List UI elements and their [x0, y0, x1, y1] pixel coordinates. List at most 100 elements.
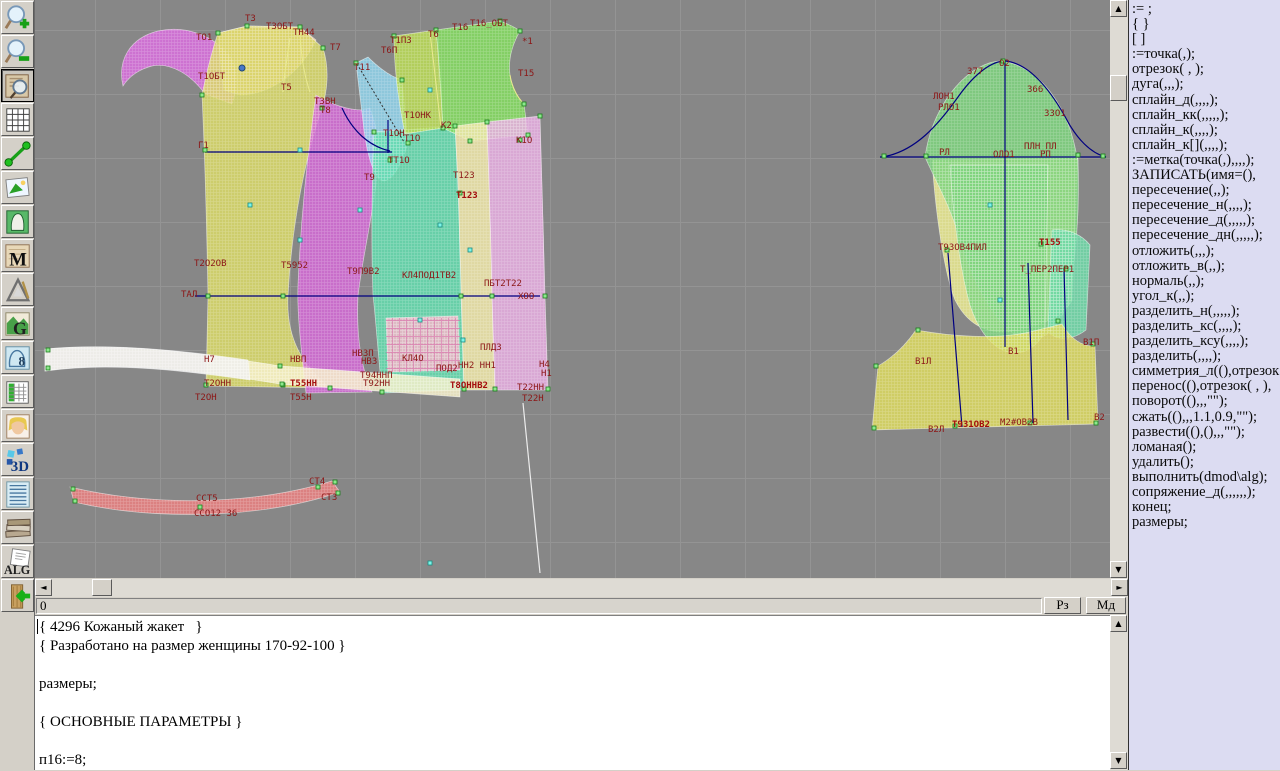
- command-item[interactable]: размеры;: [1132, 515, 1280, 530]
- point-marker: [468, 248, 472, 252]
- grid-icon: [4, 106, 32, 134]
- command-item[interactable]: удалить();: [1132, 455, 1280, 470]
- command-item[interactable]: сплайн_д(,,,,);: [1132, 93, 1280, 108]
- command-item[interactable]: сплайн_к[](,,,,);: [1132, 138, 1280, 153]
- toolbar-grading-button[interactable]: 8: [1, 341, 34, 374]
- point-marker: [1056, 319, 1060, 323]
- command-item[interactable]: сплайн_кк(,,,,,);: [1132, 108, 1280, 123]
- command-item[interactable]: ЗАПИСАТЬ(имя=(),: [1132, 168, 1280, 183]
- command-item[interactable]: отложить(,,,);: [1132, 244, 1280, 259]
- command-item[interactable]: :=точка(,);: [1132, 47, 1280, 62]
- toolbar-segment-button[interactable]: [1, 137, 34, 170]
- toolbar-size-table-button[interactable]: [1, 375, 34, 408]
- command-item[interactable]: { }: [1132, 17, 1280, 32]
- command-item[interactable]: разделить_ксу(,,,,);: [1132, 334, 1280, 349]
- point-label: ТО1: [196, 33, 212, 43]
- graphics-icon: G: [4, 310, 32, 338]
- command-item[interactable]: отложить_в(,,);: [1132, 259, 1280, 274]
- command-item[interactable]: :=метка(точка(,),,,,);: [1132, 153, 1280, 168]
- scroll-down-icon[interactable]: ▼: [1110, 561, 1127, 578]
- point-label: НВ3: [361, 357, 377, 367]
- toolbar-exit-button[interactable]: [1, 579, 34, 612]
- toolbar-algorithm-button[interactable]: ALG: [1, 545, 34, 578]
- point-marker: [538, 114, 542, 118]
- point-label: Т92НН: [363, 379, 390, 389]
- point-label: 377: [967, 67, 983, 77]
- point-marker: [459, 294, 463, 298]
- point-label: ПОД2: [436, 364, 458, 374]
- toolbar-grid-button[interactable]: [1, 103, 34, 136]
- command-item[interactable]: := ;: [1132, 2, 1280, 17]
- algorithm-editor[interactable]: { 4296 Кожаный жакет }{ Разработано на р…: [35, 615, 1110, 770]
- vertical-scroll-thumb[interactable]: [1110, 75, 1127, 101]
- toolbar-zoom-out-button[interactable]: [1, 35, 34, 68]
- point-label: Т1О: [404, 134, 420, 144]
- point-marker: [248, 203, 252, 207]
- command-item[interactable]: симметрия_л((),отрезок: [1132, 364, 1280, 379]
- canvas-horizontal-scrollbar[interactable]: ◄ ►: [35, 579, 1128, 597]
- command-item[interactable]: конец;: [1132, 500, 1280, 515]
- scroll-left-icon[interactable]: ◄: [35, 579, 52, 596]
- horizontal-scroll-thumb[interactable]: [92, 579, 112, 596]
- rz-button[interactable]: Рз: [1044, 597, 1081, 614]
- point-marker: [71, 487, 75, 491]
- command-item[interactable]: пересечение_дн(,,,,,);: [1132, 228, 1280, 243]
- command-item[interactable]: разделить_н(,,,,,);: [1132, 304, 1280, 319]
- toolbar-image-button[interactable]: [1, 171, 34, 204]
- command-item[interactable]: перенос((),отрезок( , ),: [1132, 379, 1280, 394]
- editor-scroll-up-icon[interactable]: ▲: [1110, 615, 1127, 632]
- point-label: Т6П: [381, 46, 397, 56]
- point-label: К1О: [516, 136, 532, 146]
- canvas-vertical-scrollbar[interactable]: ▲ ▼: [1110, 0, 1128, 579]
- toolbar-measurement-list-button[interactable]: [1, 477, 34, 510]
- point-label: РП: [1040, 150, 1051, 160]
- toolbar-modeling-button[interactable]: M: [1, 239, 34, 272]
- editor-line: { 4296 Кожаный жакет }: [39, 619, 1110, 638]
- toolbar-view-3d-button[interactable]: 3D: [1, 443, 34, 476]
- command-item[interactable]: нормаль(,,);: [1132, 274, 1280, 289]
- command-item[interactable]: сплайн_к(,,,,);: [1132, 123, 1280, 138]
- command-item[interactable]: выполнить(dmod\alg);: [1132, 470, 1280, 485]
- command-item[interactable]: сопряжение_д(,,,,,,);: [1132, 485, 1280, 500]
- toolbar-graphics-button[interactable]: G: [1, 307, 34, 340]
- command-item[interactable]: отрезок( , );: [1132, 62, 1280, 77]
- pattern-sheet-icon: [4, 208, 32, 236]
- command-item[interactable]: [ ]: [1132, 32, 1280, 47]
- command-item[interactable]: пересечение(,,);: [1132, 183, 1280, 198]
- point-label: КЛ4ПОД1ТВ2: [402, 271, 456, 281]
- point-label: ХОО: [518, 292, 534, 302]
- point-label: В1Л: [915, 357, 931, 367]
- scroll-right-icon[interactable]: ►: [1111, 579, 1128, 596]
- point-label: 366: [1027, 85, 1043, 95]
- toolbar-pattern-sheet-button[interactable]: [1, 205, 34, 238]
- md-button[interactable]: Мд: [1086, 597, 1126, 614]
- command-item[interactable]: развести((),(),,,"");: [1132, 425, 1280, 440]
- toolbar-zoom-in-button[interactable]: [1, 1, 34, 34]
- command-item[interactable]: поворот((),,,"");: [1132, 394, 1280, 409]
- editor-scroll-down-icon[interactable]: ▼: [1110, 752, 1127, 769]
- command-item[interactable]: разделить_кс(,,,,);: [1132, 319, 1280, 334]
- point-marker: [321, 46, 325, 50]
- toolbar-model-photo-button[interactable]: [1, 409, 34, 442]
- scroll-up-icon[interactable]: ▲: [1110, 0, 1127, 17]
- toolbar-library-button[interactable]: [1, 511, 34, 544]
- pattern-canvas[interactable]: Т3Т3ОБТТН44Т7ТО1Т1ОБТТ5ТЗВНТ8Г1Т1ПЗТ6ПТ6…: [35, 0, 1110, 578]
- pattern-drawing[interactable]: Т3Т3ОБТТН44Т7ТО1Т1ОБТТ5ТЗВНТ8Г1Т1ПЗТ6ПТ6…: [35, 0, 1110, 578]
- command-item[interactable]: пересечение_д(,,,,,);: [1132, 213, 1280, 228]
- point-marker: [522, 102, 526, 106]
- command-item[interactable]: ломаная();: [1132, 440, 1280, 455]
- point-label: Т_ПЕР2ПЕР1: [1020, 265, 1074, 275]
- toolbar-drafting-button[interactable]: [1, 273, 34, 306]
- point-label: Т1ОН: [383, 129, 405, 139]
- command-item[interactable]: сжать((),,,1.1,0.9,"");: [1132, 410, 1280, 425]
- command-item[interactable]: разделить(,,,,);: [1132, 349, 1280, 364]
- toolbar-preview-sheet-button[interactable]: [1, 69, 34, 102]
- library-icon: [4, 514, 32, 542]
- point-label: НВП: [290, 355, 306, 365]
- command-item[interactable]: дуга(,,,);: [1132, 77, 1280, 92]
- point-label: Т15: [518, 69, 534, 79]
- command-item[interactable]: пересечение_н(,,,,);: [1132, 198, 1280, 213]
- command-item[interactable]: угол_к(,,);: [1132, 289, 1280, 304]
- point-label: ПЛД3: [480, 343, 502, 353]
- editor-vertical-scrollbar[interactable]: ▲ ▼: [1110, 615, 1128, 770]
